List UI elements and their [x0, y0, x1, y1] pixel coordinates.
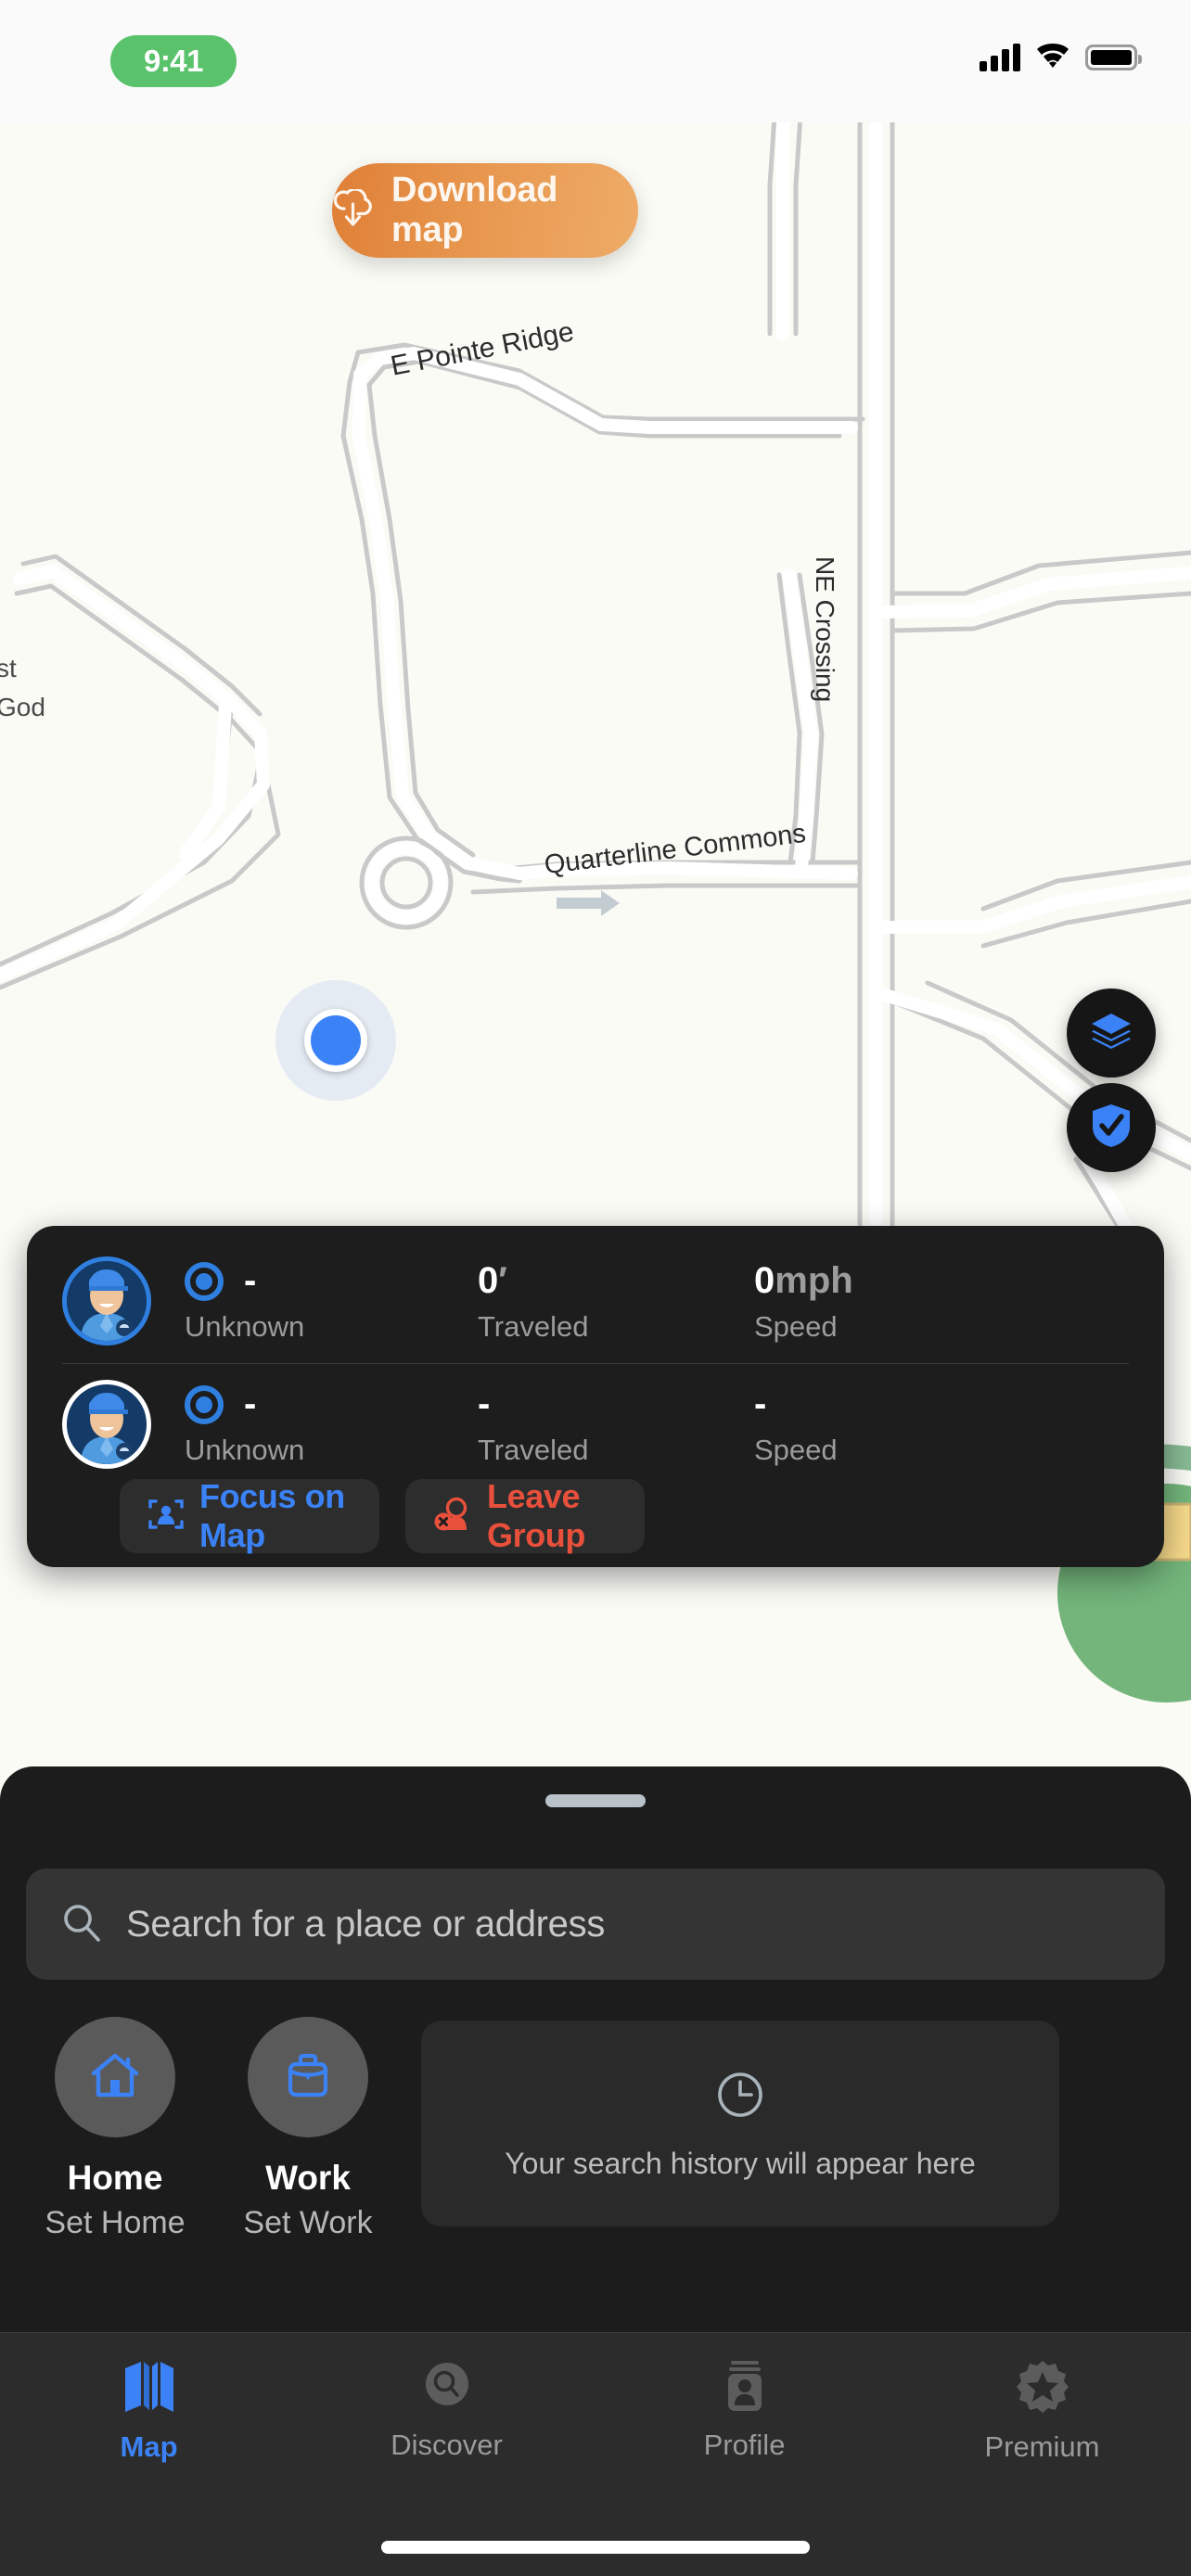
member-traveled-column: 0′ Traveled [478, 1256, 754, 1345]
group-member-row[interactable]: - Unknown - Traveled - Speed [27, 1375, 1164, 1473]
member-traveled-column: - Traveled [478, 1380, 754, 1469]
tab-discover[interactable]: Discover [298, 2333, 596, 2502]
member-status-column: - Unknown [185, 1256, 478, 1345]
focus-on-map-button[interactable]: Focus on Map [120, 1477, 379, 1554]
speed-value: - [754, 1384, 767, 1424]
location-status-icon [185, 1262, 224, 1301]
cloud-download-icon [332, 186, 375, 233]
group-card-actions: Focus on Map Leave Group [27, 1477, 1164, 1554]
house-icon-circle [55, 2017, 175, 2137]
briefcase-icon [281, 2048, 335, 2107]
battery-full-icon [1085, 44, 1142, 70]
speed-unit: mph [775, 1260, 853, 1301]
traveled-unit: ′ [498, 1260, 507, 1301]
leave-group-label: Leave Group [487, 1477, 585, 1554]
group-members-card: - Unknown 0′ Traveled 0mph Speed - Unkno… [27, 1226, 1164, 1567]
search-history-card[interactable]: Your search history will appear here [421, 2021, 1059, 2226]
discover-search-icon [420, 2359, 474, 2417]
quick-action-work[interactable]: Work Set Work [230, 2017, 386, 2245]
home-indicator [381, 2541, 810, 2554]
member-status-label: Unknown [185, 1434, 305, 1466]
member-status-column: - Unknown [185, 1380, 478, 1469]
tab-bar: Map Discover Profile Premium [0, 2332, 1191, 2576]
search-history-text: Your search history will appear here [505, 2147, 976, 2180]
avatar [62, 1256, 151, 1345]
search-input[interactable]: Search for a place or address [26, 1868, 1165, 1980]
status-time: 9:41 [143, 44, 204, 78]
traveled-value: 0 [478, 1260, 499, 1301]
quick-action-home[interactable]: Home Set Home [37, 2017, 193, 2245]
member-speed-column: - Speed [754, 1380, 995, 1469]
traveled-value: - [478, 1384, 491, 1424]
location-dot [304, 1009, 367, 1072]
quick-action-work-subtitle: Set Work [243, 2205, 373, 2240]
tab-map-label: Map [120, 2430, 178, 2463]
layers-icon [1088, 1008, 1134, 1059]
sheet-grabber[interactable] [545, 1794, 646, 1807]
traveled-label: Traveled [478, 1310, 589, 1343]
member-status-label: Unknown [185, 1310, 305, 1343]
download-map-label: Download map [391, 171, 558, 249]
cellular-signal-icon [980, 43, 1020, 71]
quick-action-work-title: Work [265, 2159, 351, 2197]
status-indicators [980, 41, 1142, 73]
tab-premium[interactable]: Premium [893, 2333, 1191, 2502]
member-speed-column: 0mph Speed [754, 1256, 995, 1345]
traveled-label: Traveled [478, 1434, 589, 1466]
tab-premium-label: Premium [984, 2430, 1100, 2463]
leave-group-button[interactable]: Leave Group [405, 1477, 645, 1554]
person-remove-icon [433, 1496, 472, 1537]
app-screen: E Pointe Ridge NE Crossing Quarterline C… [0, 0, 1191, 2576]
member-status-value: - [244, 1384, 257, 1424]
house-icon [86, 2047, 144, 2109]
avatar [62, 1380, 151, 1469]
briefcase-icon-circle [248, 2017, 368, 2137]
tab-profile[interactable]: Profile [596, 2333, 893, 2502]
clock-icon [711, 2066, 769, 2128]
speed-value: 0 [754, 1260, 775, 1301]
download-map-button[interactable]: Download map [332, 163, 638, 258]
focus-on-map-label: Focus on Map [199, 1477, 345, 1554]
safety-shield-button[interactable] [1067, 1083, 1156, 1172]
quick-actions-row: Home Set Home Work Set Work Your search … [0, 2017, 1191, 2295]
tab-profile-label: Profile [703, 2429, 786, 2461]
speed-label: Speed [754, 1310, 838, 1343]
status-bar: 9:41 [0, 0, 1191, 122]
poi-label-church: st God [0, 654, 45, 721]
bottom-sheet: Search for a place or address Home Set H [0, 1766, 1191, 2332]
member-status-value: - [244, 1260, 257, 1301]
premium-star-icon [1015, 2359, 1070, 2419]
user-location-icon [275, 980, 396, 1101]
search-placeholder-text: Search for a place or address [126, 1903, 606, 1945]
group-member-row[interactable]: - Unknown 0′ Traveled 0mph Speed [27, 1252, 1164, 1350]
wifi-icon [1035, 41, 1070, 73]
shield-check-icon [1088, 1102, 1134, 1154]
tab-discover-label: Discover [391, 2429, 503, 2461]
status-time-pill: 9:41 [110, 35, 237, 87]
quick-action-home-subtitle: Set Home [45, 2205, 186, 2240]
profile-person-icon [721, 2359, 769, 2417]
tab-map[interactable]: Map [0, 2333, 298, 2502]
focus-person-icon [147, 1496, 185, 1537]
map-layers-button[interactable] [1067, 988, 1156, 1078]
search-icon [61, 1902, 102, 1947]
folded-map-icon [121, 2359, 178, 2419]
row-divider [62, 1363, 1129, 1364]
quick-action-home-title: Home [67, 2159, 163, 2197]
location-status-icon [185, 1385, 224, 1424]
speed-label: Speed [754, 1434, 838, 1466]
